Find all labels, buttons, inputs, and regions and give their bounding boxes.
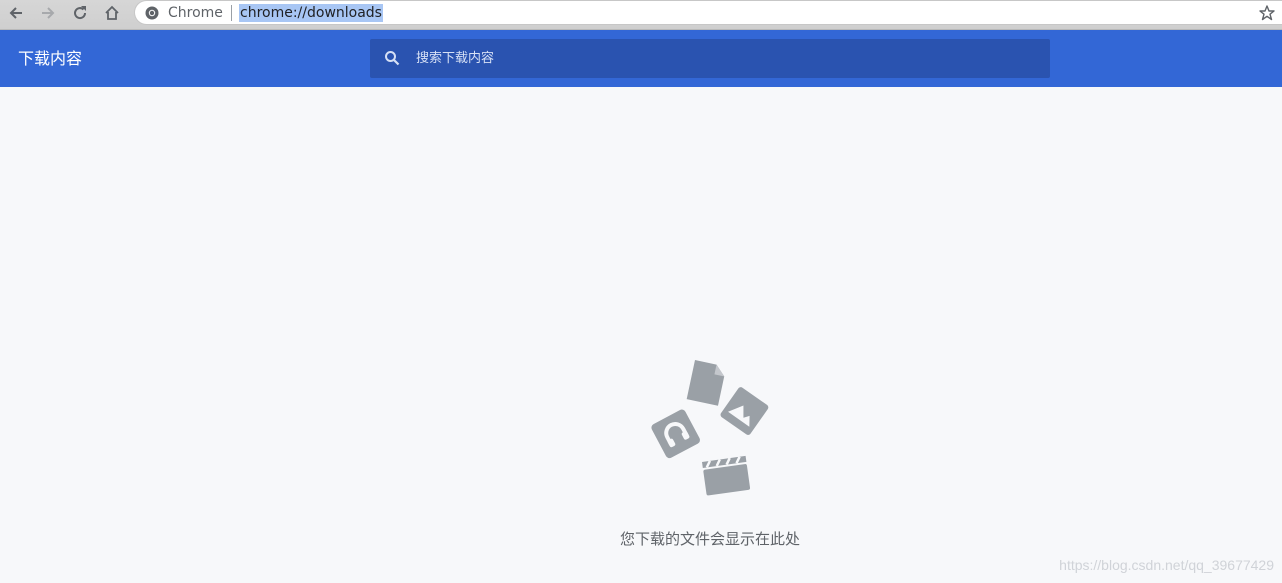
chrome-site-icon [145, 6, 159, 20]
url-text[interactable]: chrome://downloads [239, 4, 383, 22]
address-bar[interactable]: Chrome chrome://downloads [134, 0, 1282, 25]
home-icon [105, 5, 119, 20]
image-icon [720, 387, 769, 435]
reload-icon [74, 6, 87, 20]
watermark: https://blog.csdn.net/qq_39677429 [1059, 557, 1274, 573]
forward-button[interactable] [35, 2, 61, 24]
reload-button[interactable] [67, 2, 93, 24]
audio-icon [651, 409, 700, 459]
search-icon [385, 51, 400, 66]
bookmark-star-icon[interactable] [1258, 4, 1276, 22]
site-name-label: Chrome [168, 5, 223, 21]
downloads-header: 下载内容 [0, 30, 1282, 87]
back-icon [9, 7, 22, 19]
video-icon [702, 455, 751, 496]
empty-state-message: 您下载的文件会显示在此处 [619, 530, 800, 548]
address-separator [231, 5, 232, 21]
empty-downloads-illustration [651, 360, 769, 496]
document-icon [686, 360, 725, 406]
forward-icon [42, 7, 55, 19]
search-box[interactable] [370, 39, 1050, 78]
page-title: 下载内容 [18, 49, 83, 68]
search-input[interactable] [416, 39, 1036, 78]
home-button[interactable] [99, 2, 125, 24]
browser-toolbar: Chrome chrome://downloads [0, 0, 1282, 30]
back-button[interactable] [3, 2, 29, 24]
